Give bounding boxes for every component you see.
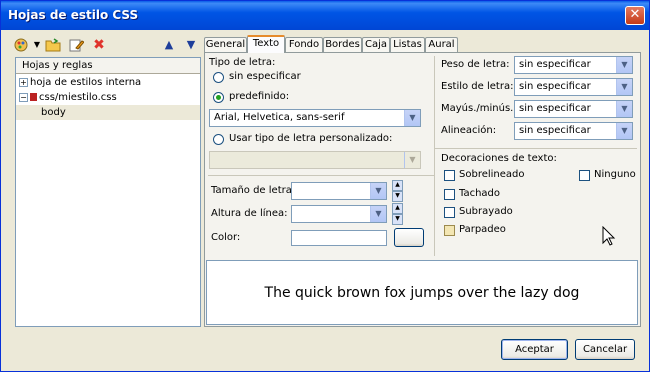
open-stylesheet-icon[interactable]: [45, 37, 61, 53]
custom-font-radio[interactable]: [213, 134, 224, 145]
accept-button[interactable]: Aceptar: [501, 339, 568, 360]
preview-area: The quick brown fox jumps over the lazy …: [206, 260, 638, 325]
unspecified-radio-label: sin especificar: [229, 71, 301, 82]
tab-texto[interactable]: Texto: [247, 35, 285, 53]
text-case-select[interactable]: sin especificar ▼: [514, 100, 633, 118]
predefined-radio[interactable]: [213, 92, 224, 103]
divider: [435, 148, 637, 149]
edit-rule-icon[interactable]: [68, 37, 85, 53]
line-height-increment-button[interactable]: ▲: [392, 203, 403, 214]
font-size-select[interactable]: ▼: [291, 182, 387, 200]
title-bar[interactable]: Hojas de estilo CSS ✕: [1, 1, 649, 30]
font-style-value: sin especificar: [519, 81, 591, 92]
tree-item-body[interactable]: body: [16, 105, 200, 120]
expand-icon[interactable]: +: [19, 77, 28, 87]
chevron-down-icon[interactable]: ▼: [616, 79, 632, 95]
overline-label: Sobrelineado: [459, 169, 525, 180]
underline-checkbox[interactable]: [444, 207, 455, 218]
font-style-select[interactable]: sin especificar ▼: [514, 78, 633, 96]
close-button[interactable]: ✕: [625, 6, 645, 25]
tree-item-label: hoja de estilos interna: [30, 77, 142, 88]
tree-item-miestilo-css[interactable]: − css/miestilo.css: [19, 90, 117, 105]
stylesheet-tree: Hojas y reglas + hoja de estilos interna …: [15, 57, 201, 327]
none-checkbox[interactable]: [579, 170, 590, 181]
alignment-value: sin especificar: [519, 125, 591, 136]
divider: [208, 175, 434, 176]
new-stylesheet-icon[interactable]: [13, 37, 29, 53]
divider: [434, 56, 435, 256]
color-input[interactable]: [291, 230, 387, 246]
tab-listas[interactable]: Listas: [390, 37, 425, 52]
predefined-font-select[interactable]: Arial, Helvetica, sans-serif ▼: [209, 109, 421, 127]
tab-fondo[interactable]: Fondo: [285, 37, 323, 52]
line-height-label: Altura de línea:: [211, 208, 288, 219]
chevron-down-icon[interactable]: ▼: [370, 183, 386, 199]
underline-label: Subrayado: [459, 206, 513, 217]
chevron-down-icon: ▼: [404, 152, 420, 168]
tree-item-label: css/miestilo.css: [39, 92, 117, 103]
window-title: Hojas de estilo CSS: [8, 8, 139, 22]
font-style-label: Estilo de letra:: [441, 81, 514, 92]
color-label: Color:: [211, 232, 241, 243]
collapse-icon[interactable]: −: [19, 92, 28, 102]
strikethrough-checkbox[interactable]: [444, 189, 455, 200]
blink-checkbox[interactable]: [444, 225, 455, 236]
chevron-down-icon[interactable]: ▼: [404, 110, 420, 126]
preview-text: The quick brown fox jumps over the lazy …: [264, 285, 580, 301]
line-height-select[interactable]: ▼: [291, 205, 387, 223]
text-case-label: Mayús./minús.:: [441, 103, 517, 114]
css-dialog-window: Hojas de estilo CSS ✕ ▼ ✖ ▲ ▼ Hojas y re…: [0, 0, 650, 372]
font-weight-value: sin especificar: [519, 59, 591, 70]
font-size-decrement-button[interactable]: ▼: [392, 191, 403, 202]
tab-general[interactable]: General: [204, 37, 247, 52]
tab-aural[interactable]: Aural: [425, 37, 458, 52]
new-dropdown-chevron-icon[interactable]: ▼: [29, 37, 45, 53]
predefined-font-value: Arial, Helvetica, sans-serif: [214, 112, 345, 123]
move-down-icon[interactable]: ▼: [183, 37, 199, 53]
cancel-button[interactable]: Cancelar: [575, 339, 635, 360]
font-type-label: Tipo de letra:: [209, 57, 276, 68]
line-height-decrement-button[interactable]: ▼: [392, 214, 403, 225]
chevron-down-icon[interactable]: ▼: [370, 206, 386, 222]
chevron-down-icon[interactable]: ▼: [616, 101, 632, 117]
blink-label: Parpadeo: [459, 224, 506, 235]
move-up-icon[interactable]: ▲: [161, 37, 177, 53]
tree-item-internal-stylesheet[interactable]: + hoja de estilos interna: [19, 75, 141, 90]
text-decorations-label: Decoraciones de texto:: [441, 153, 557, 164]
color-picker-button[interactable]: [394, 228, 424, 247]
custom-font-radio-label: Usar tipo de letra personalizado:: [229, 133, 393, 144]
css-file-icon: [30, 93, 37, 101]
tab-bordes[interactable]: Bordes: [323, 37, 362, 52]
none-label: Ninguno: [594, 169, 636, 180]
font-size-label: Tamaño de letra:: [211, 185, 296, 196]
tab-caja[interactable]: Caja: [362, 37, 390, 52]
tree-item-label: body: [41, 107, 66, 118]
custom-font-select[interactable]: ▼: [209, 151, 421, 169]
tree-header: Hojas y reglas: [16, 58, 200, 74]
delete-icon[interactable]: ✖: [91, 37, 107, 53]
overline-checkbox[interactable]: [444, 170, 455, 181]
unspecified-radio[interactable]: [213, 72, 224, 83]
text-case-value: sin especificar: [519, 103, 591, 114]
font-size-increment-button[interactable]: ▲: [392, 180, 403, 191]
alignment-label: Alineación:: [441, 125, 497, 136]
predefined-radio-label: predefinido:: [229, 91, 290, 102]
mouse-cursor-icon: [602, 226, 616, 246]
chevron-down-icon[interactable]: ▼: [616, 57, 632, 73]
alignment-select[interactable]: sin especificar ▼: [514, 122, 633, 140]
chevron-down-icon[interactable]: ▼: [616, 123, 632, 139]
font-weight-select[interactable]: sin especificar ▼: [514, 56, 633, 74]
font-weight-label: Peso de letra:: [441, 59, 510, 70]
strikethrough-label: Tachado: [459, 188, 501, 199]
